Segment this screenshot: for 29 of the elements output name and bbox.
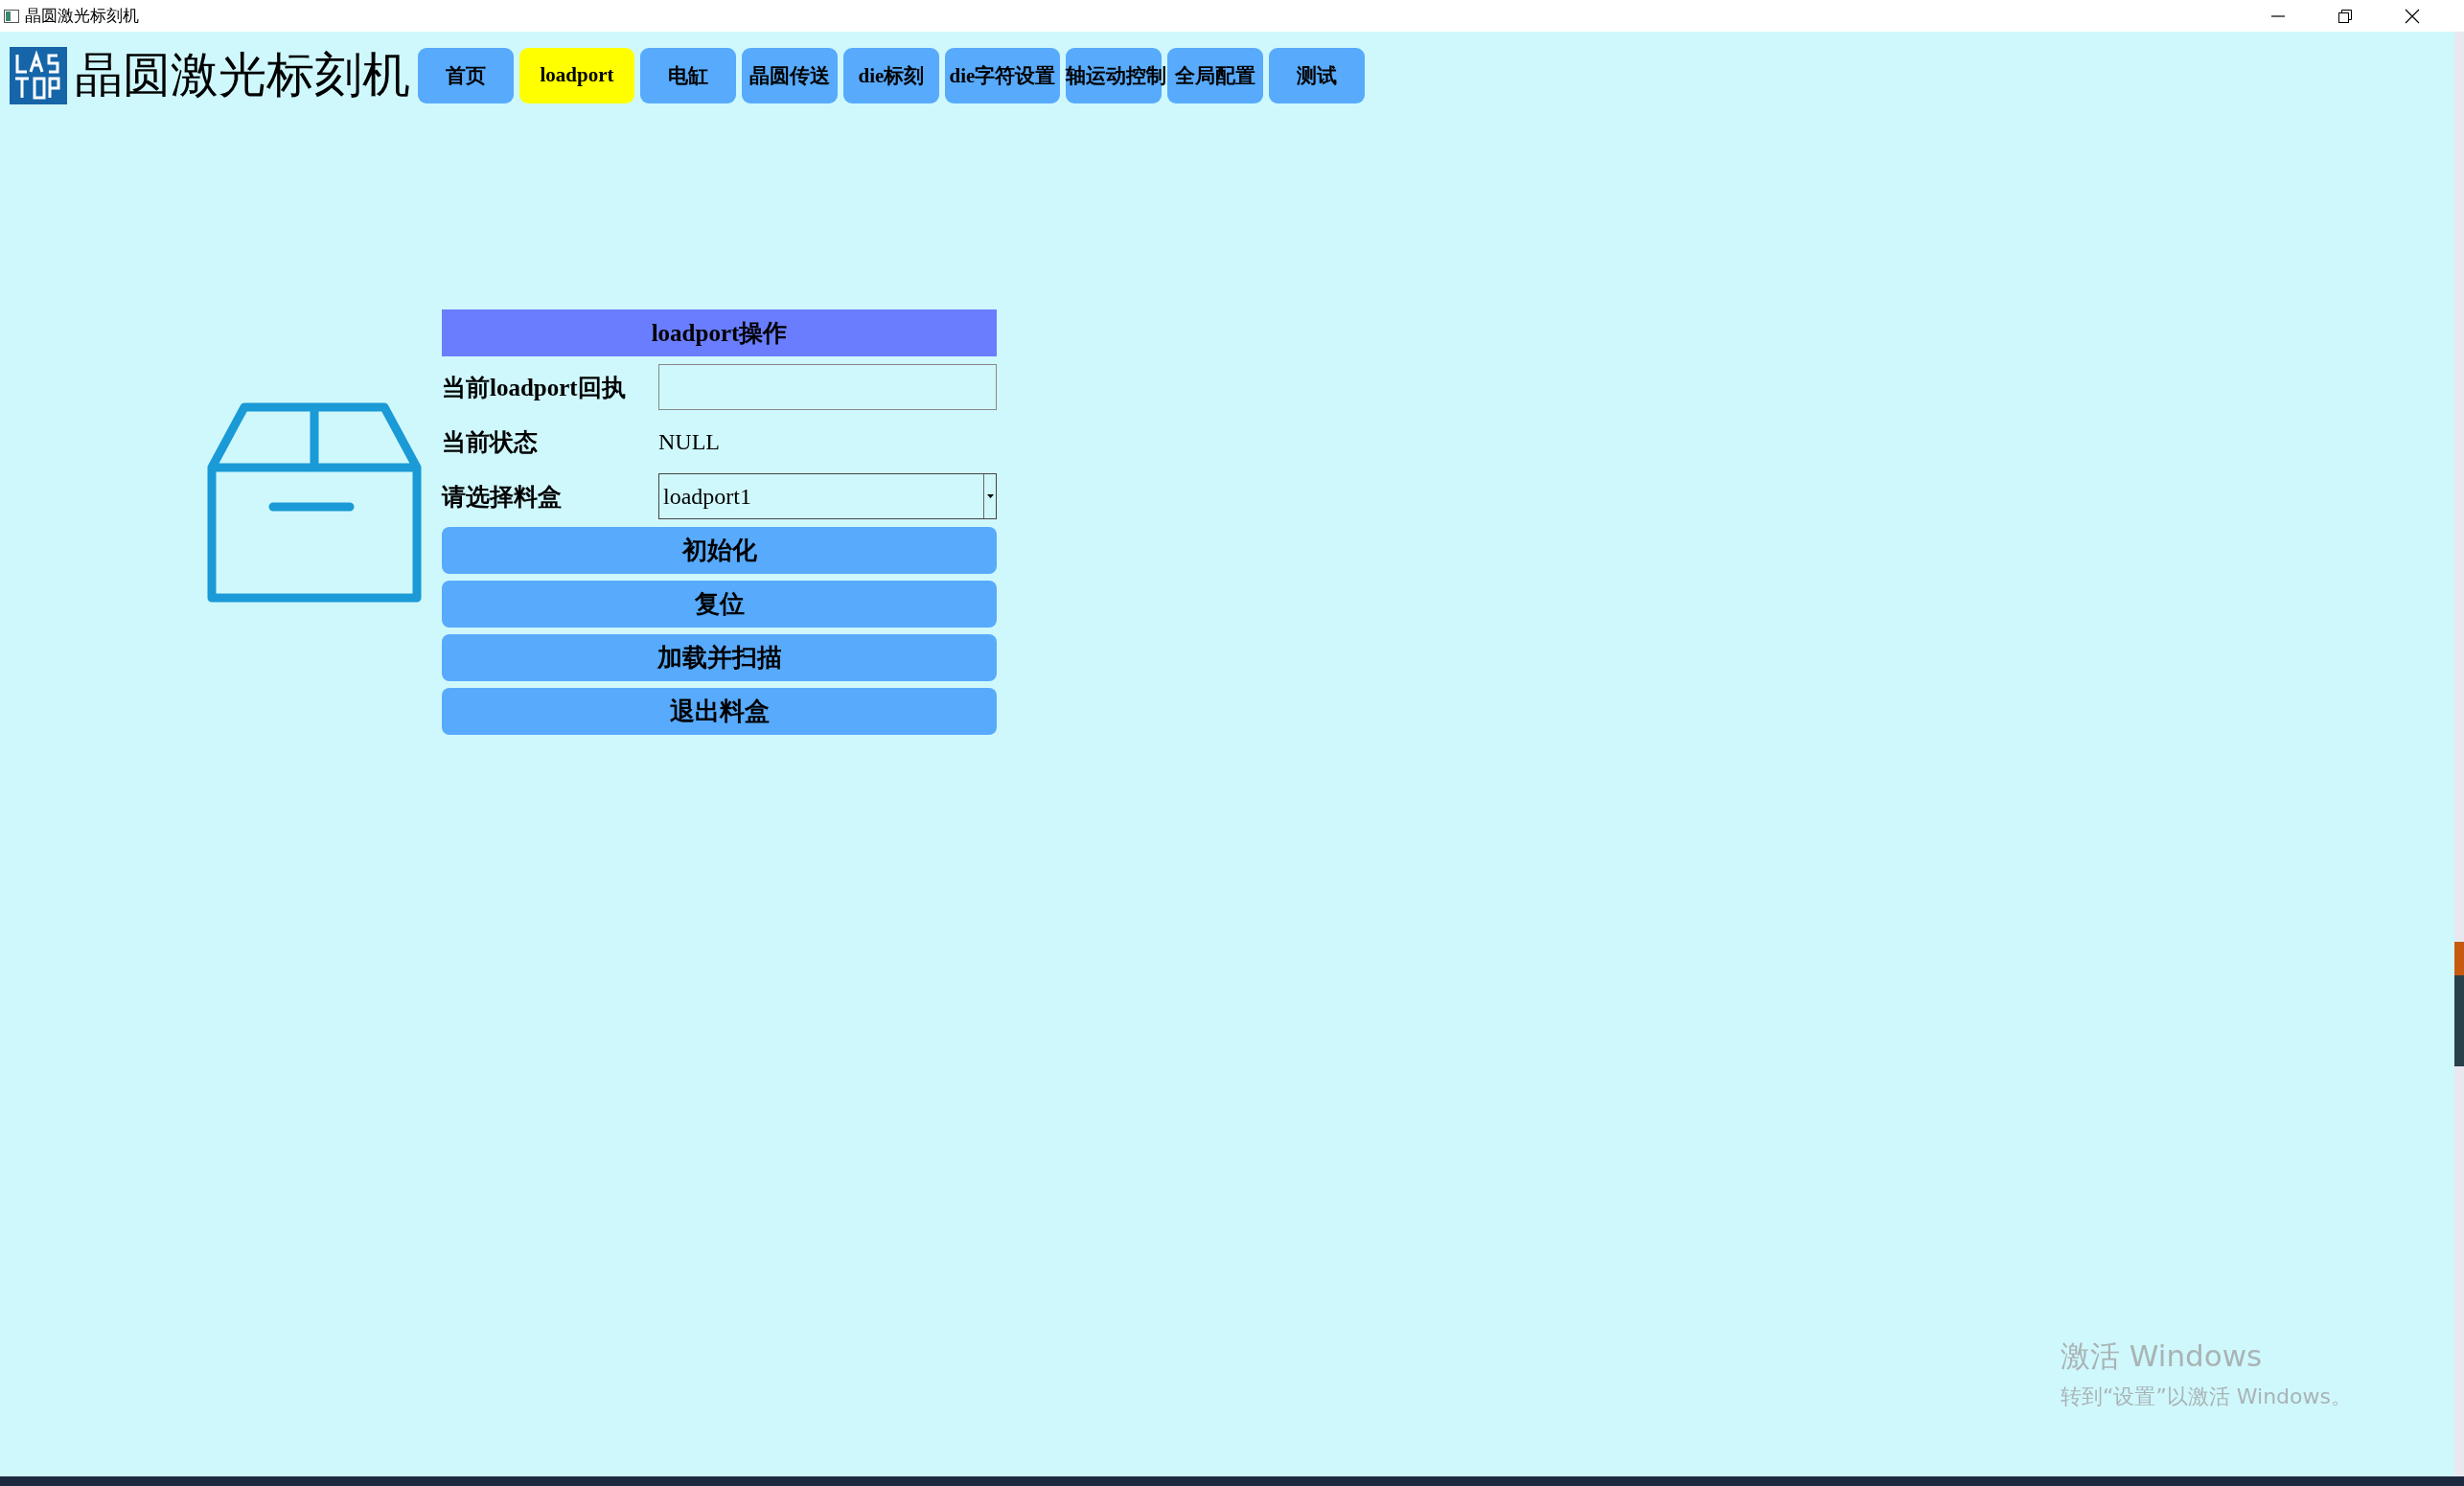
action-button[interactable]: 加载并扫描 <box>442 634 997 681</box>
action-button[interactable]: 初始化 <box>442 527 997 574</box>
action-button[interactable]: 退出料盒 <box>442 688 997 735</box>
receipt-field[interactable] <box>658 364 997 410</box>
nav-tab[interactable]: 首页 <box>418 47 514 103</box>
app-title: 晶圆激光标刻机 <box>75 47 410 103</box>
box-icon <box>206 400 423 606</box>
activation-hint: 转到“设置”以激活 Windows。 <box>2061 1383 2352 1410</box>
nav-tab[interactable]: die标刻 <box>843 47 939 103</box>
nav-tab[interactable]: loadport <box>519 47 634 103</box>
nav-tab[interactable]: die字符设置 <box>945 47 1060 103</box>
window-icon <box>4 9 19 23</box>
panel-title: loadport操作 <box>442 309 997 356</box>
nav-tab[interactable]: 电缸 <box>640 47 736 103</box>
dropdown-arrow-icon <box>986 494 994 498</box>
status-label: 当前状态 <box>442 427 539 457</box>
nav-tab[interactable]: 全局配置 <box>1167 47 1263 103</box>
cassette-dropdown[interactable]: loadport1 <box>658 473 997 519</box>
activation-title: 激活 Windows <box>2061 1337 2264 1375</box>
action-button[interactable]: 复位 <box>442 581 997 628</box>
logo-icon <box>10 46 67 104</box>
restore-icon[interactable] <box>2337 8 2353 24</box>
nav-tab[interactable]: 晶圆传送 <box>742 47 838 103</box>
close-icon[interactable] <box>2405 8 2420 24</box>
window-title: 晶圆激光标刻机 <box>25 5 139 27</box>
status-value: NULL <box>658 428 720 455</box>
receipt-label: 当前loadport回执 <box>442 373 627 402</box>
cassette-label: 请选择料盒 <box>442 482 563 512</box>
nav-tab[interactable]: 测试 <box>1269 47 1365 103</box>
